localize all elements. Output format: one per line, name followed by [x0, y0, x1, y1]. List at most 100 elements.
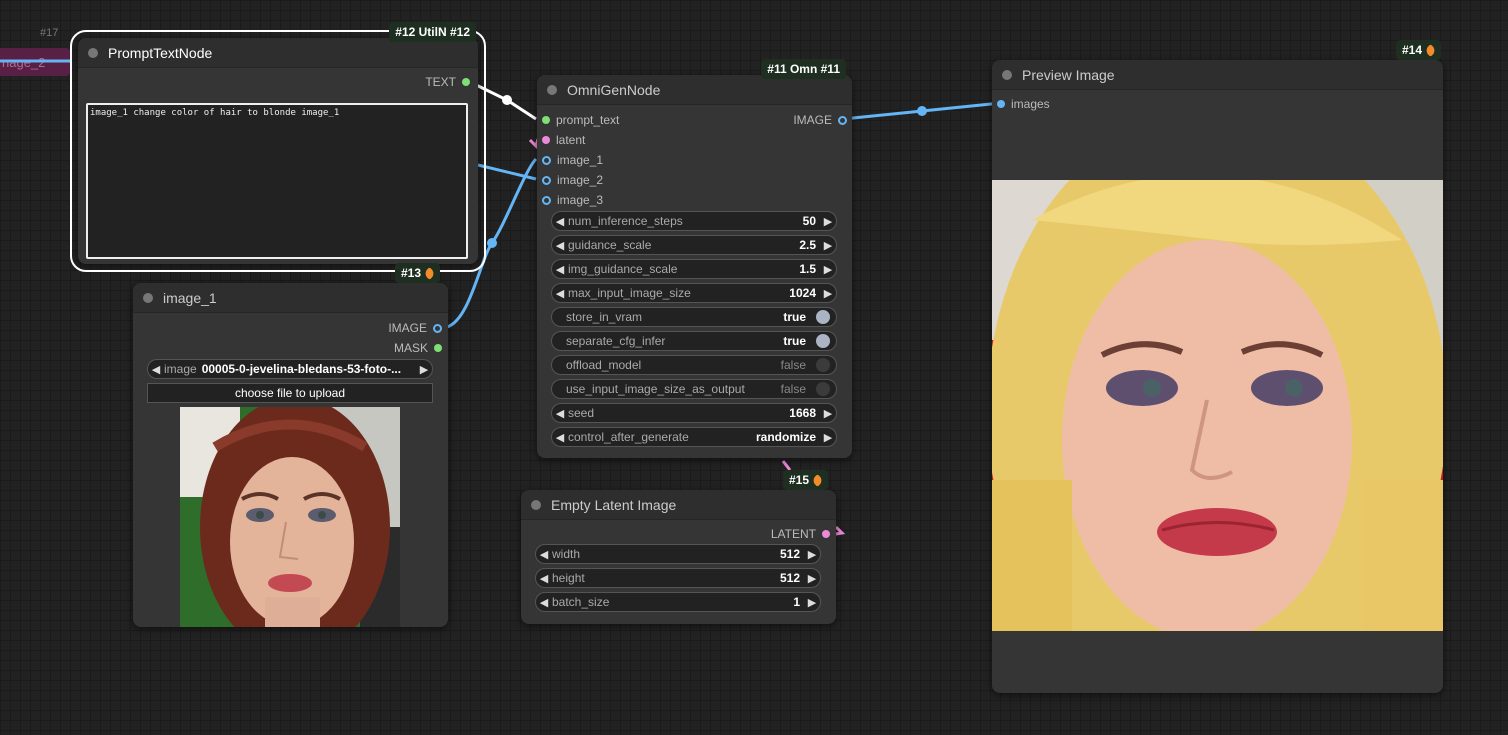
widget-guidance-scale[interactable]: ◀ guidance_scale 2.5 ▶ [551, 235, 837, 255]
node-header[interactable]: Empty Latent Image [521, 490, 836, 520]
preview-image-node[interactable]: #14 Preview Image images [992, 40, 1443, 693]
widget-label: height [552, 571, 585, 585]
decrement-arrow-icon[interactable]: ◀ [552, 407, 568, 420]
increment-arrow-icon[interactable]: ▶ [804, 572, 820, 585]
widget-label: guidance_scale [568, 238, 652, 252]
input-latent[interactable]: latent [542, 133, 585, 147]
input-image-1[interactable]: image_1 [542, 153, 603, 167]
output-image-preview[interactable] [992, 180, 1443, 631]
node-14-badge: #14 [1395, 40, 1441, 60]
toggle-store-in-vram[interactable]: store_in_vram true [551, 307, 837, 327]
output-pin-icon[interactable] [433, 323, 442, 333]
input-pin-icon[interactable] [542, 175, 551, 185]
output-pin-icon[interactable] [462, 78, 470, 86]
output-image[interactable]: IMAGE [388, 321, 442, 335]
input-image-preview [180, 407, 400, 627]
output-pin-icon[interactable] [434, 344, 442, 352]
node-17-id: #17 [40, 27, 59, 39]
decrement-arrow-icon[interactable]: ◀ [536, 596, 552, 609]
toggle-on-icon[interactable] [816, 310, 830, 324]
load-image-node[interactable]: #13 image_1 IMAGE MASK ◀ image 00005-0-j… [133, 263, 448, 627]
output-image[interactable]: IMAGE [793, 113, 847, 127]
widget-value: 50 [802, 214, 816, 228]
output-text[interactable]: TEXT [425, 75, 470, 89]
output-pin-icon[interactable] [838, 115, 847, 125]
omnigen-node[interactable]: #11 Omn #11 OmniGenNode prompt_text late… [537, 59, 852, 458]
widget-max-input-image-size[interactable]: ◀ max_input_image_size 1024 ▶ [551, 283, 837, 303]
link-text-to-prompt [467, 79, 537, 121]
toggle-off-icon[interactable] [816, 358, 830, 372]
toggle-use-input-image-size[interactable]: use_input_image_size_as_output false [551, 379, 837, 399]
collapse-dot-icon[interactable] [531, 499, 541, 510]
empty-latent-image-node[interactable]: #15 Empty Latent Image LATENT ◀ width 51… [521, 470, 836, 624]
choose-file-button[interactable]: choose file to upload [147, 383, 433, 403]
input-pin-icon[interactable] [542, 116, 550, 124]
increment-arrow-icon[interactable]: ▶ [820, 407, 836, 420]
next-arrow-icon[interactable]: ▶ [416, 363, 432, 376]
increment-arrow-icon[interactable]: ▶ [820, 263, 836, 276]
collapse-dot-icon[interactable] [1002, 69, 1012, 80]
node-header[interactable]: PromptTextNode [78, 38, 478, 68]
image-select-widget[interactable]: ◀ image 00005-0-jevelina-bledans-53-foto… [147, 359, 433, 379]
node-title: OmniGenNode [567, 81, 661, 98]
node-header[interactable]: Preview Image [992, 60, 1443, 90]
input-pin-icon[interactable] [997, 100, 1005, 108]
collapse-dot-icon[interactable] [547, 84, 557, 95]
widget-width[interactable]: ◀ width 512 ▶ [535, 544, 821, 564]
widget-seed[interactable]: ◀ seed 1668 ▶ [551, 403, 837, 423]
increment-arrow-icon[interactable]: ▶ [804, 596, 820, 609]
widget-img-guidance-scale[interactable]: ◀ img_guidance_scale 1.5 ▶ [551, 259, 837, 279]
prompt-text-node[interactable]: #12 UtilN #12 PromptTextNode TEXT image_… [70, 22, 486, 272]
node-17-label: nage_2 [2, 54, 46, 70]
node-header[interactable]: OmniGenNode [537, 75, 852, 105]
increment-arrow-icon[interactable]: ▶ [820, 431, 836, 444]
input-pin-icon[interactable] [542, 195, 551, 205]
input-images[interactable]: images [997, 97, 1050, 111]
input-pin-icon[interactable] [542, 136, 550, 144]
output-label: MASK [393, 341, 428, 355]
widget-value: 512 [779, 547, 800, 561]
toggle-off-icon[interactable] [816, 382, 830, 396]
collapse-dot-icon[interactable] [88, 47, 98, 58]
widget-label: batch_size [552, 595, 610, 609]
toggle-on-icon[interactable] [816, 334, 830, 348]
decrement-arrow-icon[interactable]: ◀ [552, 263, 568, 276]
toggle-label: store_in_vram [566, 310, 643, 324]
widget-label: num_inference_steps [568, 214, 683, 228]
link-image1-midpoint [487, 238, 497, 248]
decrement-arrow-icon[interactable]: ◀ [552, 215, 568, 228]
output-latent[interactable]: LATENT [771, 527, 830, 541]
input-image-3[interactable]: image_3 [542, 193, 603, 207]
widget-batch-size[interactable]: ◀ batch_size 1 ▶ [535, 592, 821, 612]
increment-arrow-icon[interactable]: ▶ [804, 548, 820, 561]
widget-value: 1.5 [799, 262, 816, 276]
decrement-arrow-icon[interactable]: ◀ [552, 431, 568, 444]
widget-height[interactable]: ◀ height 512 ▶ [535, 568, 821, 588]
decrement-arrow-icon[interactable]: ◀ [552, 287, 568, 300]
node-header[interactable]: image_1 [133, 283, 448, 313]
increment-arrow-icon[interactable]: ▶ [820, 287, 836, 300]
input-label: images [1011, 97, 1050, 111]
widget-value: 2.5 [799, 238, 816, 252]
decrement-arrow-icon[interactable]: ◀ [536, 548, 552, 561]
toggle-separate-cfg-infer[interactable]: separate_cfg_infer true [551, 331, 837, 351]
output-mask[interactable]: MASK [394, 341, 442, 355]
increment-arrow-icon[interactable]: ▶ [820, 239, 836, 252]
input-pin-icon[interactable] [542, 155, 551, 165]
widget-num-inference-steps[interactable]: ◀ num_inference_steps 50 ▶ [551, 211, 837, 231]
decrement-arrow-icon[interactable]: ◀ [536, 572, 552, 585]
input-prompt-text[interactable]: prompt_text [542, 113, 619, 127]
input-image-2[interactable]: image_2 [542, 173, 603, 187]
toggle-value: false [780, 382, 806, 396]
widget-control-after-generate[interactable]: ◀ control_after_generate randomize ▶ [551, 427, 837, 447]
increment-arrow-icon[interactable]: ▶ [820, 215, 836, 228]
node-title: Empty Latent Image [551, 496, 677, 513]
previous-arrow-icon[interactable]: ◀ [148, 363, 164, 376]
output-pin-icon[interactable] [822, 530, 830, 538]
node-17-collapsed[interactable]: nage_2 [0, 48, 70, 76]
input-label: image_2 [557, 173, 604, 187]
collapse-dot-icon[interactable] [143, 292, 153, 303]
prompt-textarea[interactable]: image_1 change color of hair to blonde i… [86, 103, 468, 259]
decrement-arrow-icon[interactable]: ◀ [552, 239, 568, 252]
toggle-offload-model[interactable]: offload_model false [551, 355, 837, 375]
